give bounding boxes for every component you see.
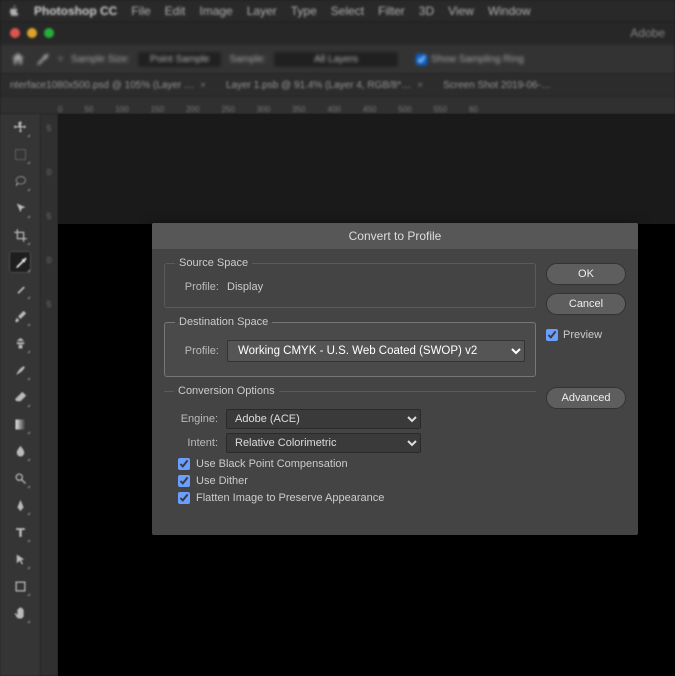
menu-bar: Photoshop CC File Edit Image Layer Type …	[0, 0, 675, 22]
show-sampling-ring-checkbox[interactable]: Show Sampling Ring	[416, 54, 524, 65]
healing-brush-tool[interactable]	[9, 278, 31, 300]
conversion-options-group: Conversion Options Engine: Adobe (ACE) I…	[164, 385, 536, 519]
document-tabs: nterface1080x500.psd @ 105% (Layer …× La…	[0, 74, 675, 96]
rectangle-tool[interactable]	[9, 575, 31, 597]
engine-select[interactable]: Adobe (ACE)	[226, 409, 421, 429]
tab-2[interactable]: Screen Shot 2019-06-…	[433, 80, 561, 91]
sample-label: Sample:	[229, 54, 266, 65]
flatten-checkbox[interactable]: Flatten Image to Preserve Appearance	[178, 492, 526, 504]
menu-edit[interactable]: Edit	[165, 4, 186, 18]
window-chrome: Adobe	[0, 22, 675, 44]
black-point-checkbox[interactable]: Use Black Point Compensation	[178, 458, 526, 470]
move-tool[interactable]	[9, 116, 31, 138]
hand-tool[interactable]	[9, 602, 31, 624]
path-select-tool[interactable]	[9, 548, 31, 570]
sample-size-label: Sample Size:	[71, 54, 130, 65]
marquee-tool[interactable]	[9, 143, 31, 165]
brush-tool[interactable]	[9, 305, 31, 327]
home-icon[interactable]	[10, 51, 26, 67]
convert-to-profile-dialog: Convert to Profile Source Space Profile:…	[152, 223, 638, 535]
brand-label: Adobe	[630, 26, 665, 40]
use-dither-checkbox[interactable]: Use Dither	[178, 475, 526, 487]
apple-icon	[8, 5, 20, 17]
ok-button[interactable]: OK	[546, 263, 626, 285]
blur-tool[interactable]	[9, 440, 31, 462]
tab-0[interactable]: nterface1080x500.psd @ 105% (Layer …×	[0, 80, 216, 91]
menu-type[interactable]: Type	[291, 4, 317, 18]
menu-filter[interactable]: Filter	[378, 4, 405, 18]
gradient-tool[interactable]	[9, 413, 31, 435]
conversion-options-legend: Conversion Options	[174, 385, 279, 397]
source-profile-label: Profile:	[175, 281, 219, 293]
preview-checkbox[interactable]: Preview	[546, 329, 626, 341]
intent-select[interactable]: Relative Colorimetric	[226, 433, 421, 453]
toolbar	[0, 114, 40, 676]
app-name: Photoshop CC	[34, 4, 117, 18]
intent-label: Intent:	[174, 437, 218, 449]
close-window-icon[interactable]	[10, 28, 20, 38]
sample-size-select[interactable]: Point Sample	[138, 52, 221, 67]
close-tab-icon[interactable]: ×	[200, 80, 206, 91]
pen-tool[interactable]	[9, 494, 31, 516]
cancel-button[interactable]: Cancel	[546, 293, 626, 315]
source-space-legend: Source Space	[175, 257, 252, 269]
clone-stamp-tool[interactable]	[9, 332, 31, 354]
quick-select-tool[interactable]	[9, 197, 31, 219]
type-tool[interactable]	[9, 521, 31, 543]
menu-window[interactable]: Window	[488, 4, 531, 18]
eyedropper-tool[interactable]	[9, 251, 31, 273]
menu-select[interactable]: Select	[331, 4, 364, 18]
sample-select[interactable]: All Layers	[274, 52, 398, 67]
crop-tool[interactable]	[9, 224, 31, 246]
dest-profile-select[interactable]: Working CMYK - U.S. Web Coated (SWOP) v2	[227, 340, 525, 362]
dodge-tool[interactable]	[9, 467, 31, 489]
destination-space-legend: Destination Space	[175, 316, 272, 328]
minimize-window-icon[interactable]	[27, 28, 37, 38]
tab-1[interactable]: Layer 1.psb @ 91.4% (Layer 4, RGB/8*…×	[216, 80, 433, 91]
zoom-window-icon[interactable]	[44, 28, 54, 38]
menu-image[interactable]: Image	[199, 4, 232, 18]
engine-label: Engine:	[174, 413, 218, 425]
vertical-ruler: 50505	[40, 114, 58, 676]
eraser-tool[interactable]	[9, 386, 31, 408]
history-brush-tool[interactable]	[9, 359, 31, 381]
menu-3d[interactable]: 3D	[419, 4, 434, 18]
options-bar: ▾ Sample Size: Point Sample Sample: All …	[0, 44, 675, 74]
source-profile-value: Display	[227, 281, 263, 293]
menu-file[interactable]: File	[131, 4, 150, 18]
destination-space-group: Destination Space Profile: Working CMYK …	[164, 316, 536, 377]
menu-layer[interactable]: Layer	[247, 4, 277, 18]
dest-profile-label: Profile:	[175, 345, 219, 357]
advanced-button[interactable]: Advanced	[546, 387, 626, 409]
source-space-group: Source Space Profile: Display	[164, 257, 536, 308]
close-tab-icon[interactable]: ×	[417, 80, 423, 91]
horizontal-ruler: 05010015020025030035040045050055060	[0, 96, 675, 114]
lasso-tool[interactable]	[9, 170, 31, 192]
menu-view[interactable]: View	[448, 4, 474, 18]
eyedropper-large-icon[interactable]	[34, 51, 50, 67]
dialog-title: Convert to Profile	[152, 223, 638, 249]
